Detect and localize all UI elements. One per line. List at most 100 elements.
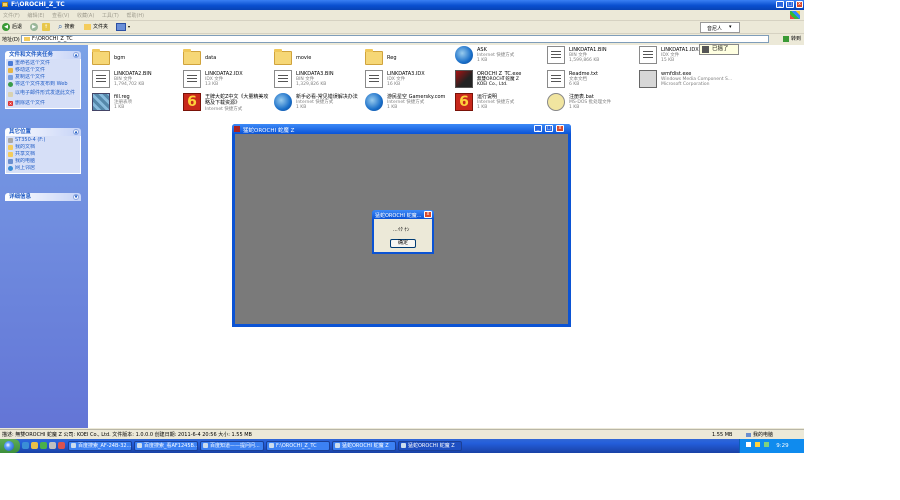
place-my-documents[interactable]: 我的文档 — [8, 144, 78, 151]
menu-edit[interactable]: 编辑(E) — [27, 12, 44, 19]
task-email[interactable]: 以电子邮件形式发送此文件 — [8, 88, 78, 100]
task-button[interactable]: F:\OROCHI_Z_TC — [266, 441, 330, 451]
file-tasks-header[interactable]: 文件和文件夹任务 ▲ — [5, 51, 81, 59]
place-label: 我的电脑 — [15, 158, 36, 164]
desktop-quicklaunch-icon[interactable] — [49, 442, 56, 449]
file-tasks-panel: 文件和文件夹任务 ▲ 重命名这个文件 移动这个文件 复制这个文件 将这个文件发布… — [5, 51, 81, 109]
views-button[interactable]: ▾ — [116, 22, 130, 31]
file-item-wmfdist[interactable]: wmfdist.exe Windows Media Component S... M… — [639, 70, 732, 92]
game-minimize-button[interactable]: _ — [534, 125, 542, 132]
start-button[interactable] — [0, 439, 20, 453]
place-my-computer[interactable]: 我的电脑 — [8, 158, 78, 165]
tray-icon[interactable] — [763, 442, 769, 447]
search-label: 搜索 — [64, 24, 75, 30]
file-item-linkdata3-idx[interactable]: LINKDATA3.IDX IDX 文件 16 KB — [365, 70, 455, 92]
dialog-title-bar[interactable]: 猛蛇OROCHI 蛇魔... x — [372, 210, 434, 219]
dialog-close-button[interactable]: x — [424, 211, 432, 218]
place-label: 网上邻居 — [15, 165, 36, 171]
explorer-title-bar[interactable]: F:\OROCHI_Z_TC _ □ x — [0, 0, 804, 10]
clock[interactable]: 9:29 — [776, 443, 788, 449]
place-network[interactable]: 网上邻居 — [8, 165, 78, 172]
file-item-ask[interactable]: ASK Internet 快捷方式 1 KB — [455, 46, 545, 68]
game-close-button[interactable]: x — [556, 125, 564, 132]
task-buttons: 百度搜索_AF-24B-32... 百度搜索_看AF1245B... 百度知道—… — [68, 441, 462, 451]
tray-icon[interactable] — [754, 442, 760, 447]
maximize-button[interactable]: □ — [786, 1, 794, 8]
search-button[interactable]: ⌕ 搜索 — [58, 22, 75, 31]
task-delete[interactable]: ✕ 删除这个文件 — [8, 100, 78, 107]
ok-button[interactable]: 确定 — [390, 239, 416, 248]
details-header[interactable]: 详细信息 ▼ — [5, 193, 81, 201]
file-item-linkdata3-bin[interactable]: LINKDATA3.BIN BIN 文件 1,329,826 KB — [274, 70, 364, 92]
folders-label: 文件夹 — [93, 24, 109, 30]
task-button-active[interactable]: 猛蛇OROCHI 蛇魔 Z — [398, 441, 462, 451]
task-button[interactable]: 百度搜索_AF-24B-32... — [68, 441, 132, 451]
task-move[interactable]: 移动这个文件 — [8, 67, 78, 74]
app-quicklaunch-icon[interactable] — [58, 442, 65, 449]
close-button[interactable]: x — [796, 1, 803, 8]
batch-file-icon — [547, 93, 565, 111]
forward-button[interactable]: ▶ — [30, 22, 38, 31]
file-item-guide-link[interactable]: 6 王牌大蛇Z中文《大量精美攻略及下载资源》 Internet 快捷方式 — [183, 93, 273, 115]
file-tasks-title: 文件和文件夹任务 — [9, 52, 54, 58]
menu-tools[interactable]: 工具(T) — [102, 12, 119, 19]
place-shared-documents[interactable]: 共享文档 — [8, 151, 78, 158]
task-button[interactable]: 百度搜索_看AF1245B... — [134, 441, 198, 451]
task-publish-web[interactable]: 将这个文件发布到 Web — [8, 81, 78, 88]
tray-icon[interactable] — [746, 442, 751, 447]
ime-icon — [702, 46, 709, 53]
task-button[interactable]: 猛蛇OROCHI 蛇魔 Z — [332, 441, 396, 451]
file-item-run-instructions[interactable]: 6 运行说明 Internet 快捷方式 1 KB — [455, 93, 545, 115]
task-label: 删除这个文件 — [15, 100, 46, 106]
file-item-fill-reg[interactable]: fill.reg 注册表项 1 KB — [92, 93, 182, 115]
media-quicklaunch-icon[interactable] — [40, 442, 47, 449]
file-item-orochi-exe[interactable]: OROCHI Z_TC.exe 無雙OROCHI 蛇魔 Z KOEI Co., Lt… — [455, 70, 545, 92]
expand-chevron-icon[interactable]: ▼ — [73, 194, 79, 200]
collapse-chevron-icon[interactable]: ▲ — [73, 52, 79, 58]
file-size: 16 KB — [387, 82, 401, 87]
file-item-registry-bat[interactable]: 注册表.bat MS-DOS 批处理文件 1 KB — [547, 93, 637, 115]
up-button[interactable]: ↑ — [42, 22, 50, 31]
task-button[interactable]: 百度知道——提问问... — [200, 441, 264, 451]
task-copy[interactable]: 复制这个文件 — [8, 74, 78, 81]
file-item-linkdata2-bin[interactable]: LINKDATA2.BIN BIN 文件 1,794,702 KB — [92, 70, 182, 92]
menu-view[interactable]: 查看(V) — [52, 12, 69, 19]
file-item-errors-link[interactable]: 新手必看-常见错误解决办法 Internet 快捷方式 1 KB — [274, 93, 364, 115]
folder-up-icon: ↑ — [42, 22, 50, 31]
place-label: ST350-4 (F:) — [15, 137, 46, 143]
game-maximize-button[interactable]: □ — [545, 125, 553, 132]
shortcut-six-icon: 6 — [183, 93, 201, 111]
folders-button[interactable]: 文件夹 — [84, 22, 108, 31]
drive-icon — [8, 138, 13, 143]
task-rename[interactable]: 重命名这个文件 — [8, 60, 78, 67]
folder-icon — [2, 2, 8, 7]
language-bar[interactable]: 音尼人 ▾ — [700, 22, 740, 33]
windows-logo-icon — [790, 11, 800, 19]
address-label: 地址(D) — [2, 37, 20, 43]
menu-help[interactable]: 帮助(H) — [126, 12, 144, 19]
file-item-linkdata1-bin[interactable]: LINKDATA1.BIN BIN 文件 1,599,866 KB — [547, 46, 637, 68]
minimize-button[interactable]: _ — [776, 1, 784, 8]
globe-icon — [8, 82, 13, 87]
explorer-quicklaunch-icon[interactable] — [31, 442, 38, 449]
address-input[interactable]: F:\OROCHI_Z_TC — [21, 35, 769, 43]
file-item-gamersky-link[interactable]: 游民星空 Gamersky.com Internet 快捷方式 1 KB — [365, 93, 455, 115]
menu-favorites[interactable]: 收藏(A) — [77, 12, 94, 19]
place-drive-f[interactable]: ST350-4 (F:) — [8, 137, 78, 144]
file-item-linkdata2-idx[interactable]: LINKDATA2.IDX IDX 文件 13 KB — [183, 70, 273, 92]
system-tray: 9:29 — [739, 439, 804, 453]
file-size: 1 KB — [569, 105, 580, 110]
other-places-header[interactable]: 其它位置 ▲ — [5, 128, 81, 136]
collapse-chevron-icon[interactable]: ▲ — [73, 129, 79, 135]
file-item-data[interactable]: data — [183, 48, 273, 70]
file-item-readme[interactable]: Readme.txt 文本文档 6 KB — [547, 70, 637, 92]
file-item-movie[interactable]: movie — [274, 48, 364, 70]
go-button[interactable]: 转到 — [782, 35, 801, 42]
file-item-reg[interactable]: Reg — [365, 48, 455, 70]
menu-file[interactable]: 文件(F) — [3, 12, 20, 19]
ie-quicklaunch-icon[interactable] — [22, 442, 29, 449]
game-window-title-bar[interactable]: 猛蛇OROCHI 蛇魔 Z _ □ x — [232, 124, 571, 134]
back-button[interactable]: ◀ 后退 — [2, 22, 22, 31]
file-item-bgm[interactable]: bgm — [92, 48, 182, 70]
file-type: Internet 快捷方式 — [205, 107, 243, 112]
